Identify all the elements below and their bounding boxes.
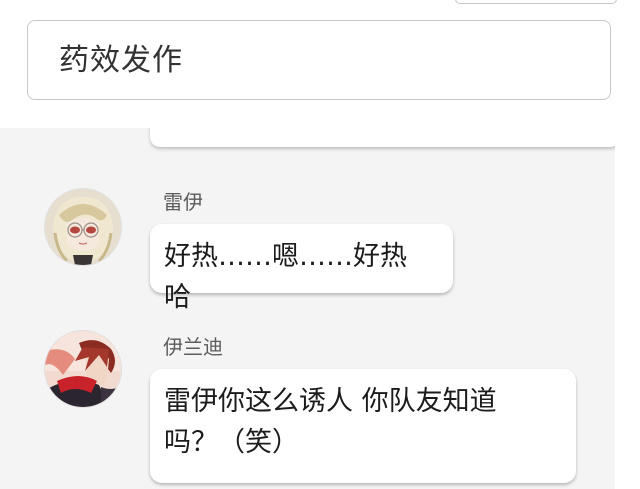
- sender-name: 雷伊: [163, 190, 203, 214]
- message-bubble[interactable]: 好热……嗯……好热 哈: [150, 224, 453, 313]
- top-tab-edge: [455, 0, 617, 4]
- chat-area[interactable]: 雷伊 好热……嗯……好热 哈 伊兰迪 雷伊你这么诱人 你队友知道 吗？（笑）: [0, 128, 615, 489]
- red-hair-character-avatar-icon[interactable]: [45, 331, 121, 407]
- blonde-character-avatar-icon[interactable]: [45, 189, 121, 265]
- title-card: 药效发作: [27, 20, 611, 100]
- previous-message-bubble: [150, 128, 615, 147]
- sender-name: 伊兰迪: [163, 335, 223, 359]
- message-bubble[interactable]: 雷伊你这么诱人 你队友知道 吗？（笑）: [150, 369, 576, 483]
- message-text: 雷伊你这么诱人 你队友知道 吗？（笑）: [164, 386, 497, 458]
- chat-title: 药效发作: [59, 43, 183, 78]
- message-text: 好热……嗯……好热 哈: [164, 241, 416, 313]
